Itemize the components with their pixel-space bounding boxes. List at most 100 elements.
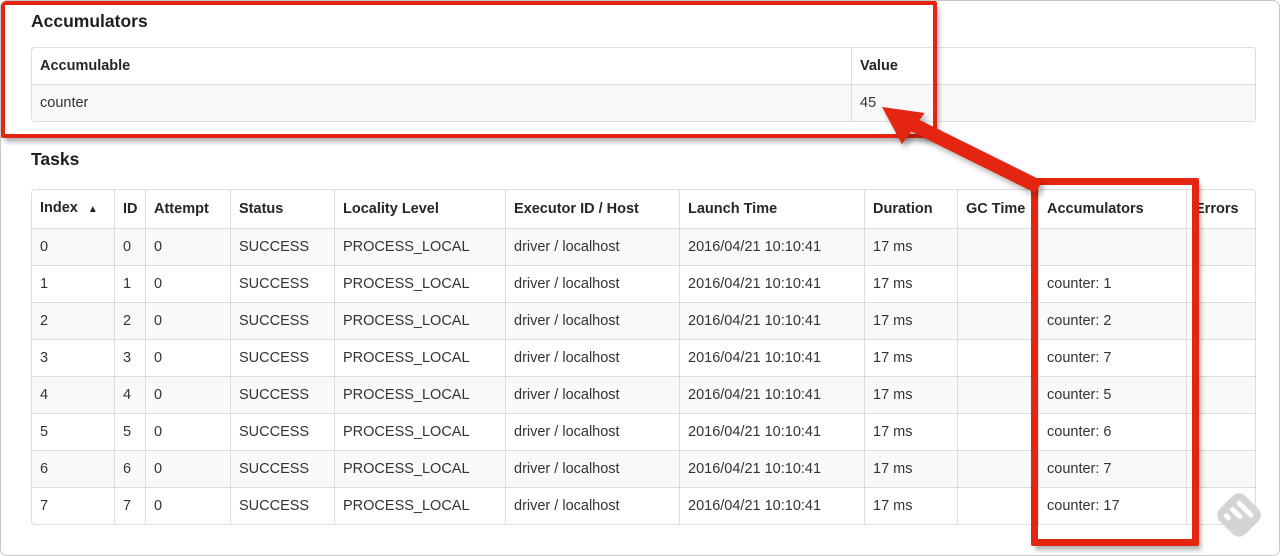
cell-executor: driver / localhost [505,413,679,450]
cell-errors [1186,450,1255,487]
duration-column-header[interactable]: Duration [864,190,957,228]
cell-id: 0 [114,228,145,265]
accumulable-column-header[interactable]: Accumulable [32,48,851,84]
cell-errors [1186,339,1255,376]
cell-launch: 2016/04/21 10:10:41 [679,228,864,265]
task-row: 1 1 0 SUCCESS PROCESS_LOCAL driver / localhos… [32,265,1255,302]
cell-status: SUCCESS [230,265,334,302]
index-column-header[interactable]: Index ▲ [32,190,114,228]
cell-attempt: 0 [145,265,230,302]
tasks-header-row: Index ▲ ID Attempt Status Locality Level … [32,190,1255,228]
cell-status: SUCCESS [230,450,334,487]
id-column-header[interactable]: ID [114,190,145,228]
cell-errors [1186,302,1255,339]
cell-status: SUCCESS [230,339,334,376]
cell-errors [1186,487,1255,524]
cell-gc [957,302,1038,339]
cell-index: 3 [32,339,114,376]
cell-locality: PROCESS_LOCAL [334,265,505,302]
cell-attempt: 0 [145,228,230,265]
tasks-table: Index ▲ ID Attempt Status Locality Level … [31,189,1256,525]
cell-id: 6 [114,450,145,487]
cell-gc [957,413,1038,450]
cell-errors [1186,376,1255,413]
task-row: 4 4 0 SUCCESS PROCESS_LOCAL driver / localhos… [32,376,1255,413]
cell-status: SUCCESS [230,487,334,524]
accumulators-column-header[interactable]: Accumulators [1038,190,1186,228]
cell-gc [957,450,1038,487]
cell-errors [1186,228,1255,265]
value-column-header[interactable]: Value [851,48,1255,84]
cell-attempt: 0 [145,339,230,376]
tasks-tbody: 0 0 0 SUCCESS PROCESS_LOCAL driver / localhos… [32,228,1255,524]
cell-index: 0 [32,228,114,265]
cell-attempt: 0 [145,302,230,339]
cell-duration: 17 ms [864,302,957,339]
cell-duration: 17 ms [864,339,957,376]
cell-locality: PROCESS_LOCAL [334,228,505,265]
cell-id: 4 [114,376,145,413]
cell-locality: PROCESS_LOCAL [334,487,505,524]
task-row: 0 0 0 SUCCESS PROCESS_LOCAL driver / localhos… [32,228,1255,265]
cell-accumulators: counter: 2 [1038,302,1186,339]
cell-gc [957,487,1038,524]
accumulators-header-row: Accumulable Value [32,48,1255,84]
cell-id: 7 [114,487,145,524]
cell-index: 6 [32,450,114,487]
task-row: 2 2 0 SUCCESS PROCESS_LOCAL driver / localhos… [32,302,1255,339]
locality-level-column-header[interactable]: Locality Level [334,190,505,228]
cell-accumulators: counter: 7 [1038,450,1186,487]
cell-locality: PROCESS_LOCAL [334,339,505,376]
cell-gc [957,339,1038,376]
cell-executor: driver / localhost [505,487,679,524]
cell-id: 5 [114,413,145,450]
cell-attempt: 0 [145,450,230,487]
cell-locality: PROCESS_LOCAL [334,450,505,487]
sort-ascending-icon: ▲ [87,204,98,215]
cell-gc [957,376,1038,413]
cell-launch: 2016/04/21 10:10:41 [679,265,864,302]
cell-index: 5 [32,413,114,450]
cell-id: 1 [114,265,145,302]
cell-launch: 2016/04/21 10:10:41 [679,487,864,524]
cell-status: SUCCESS [230,413,334,450]
cell-launch: 2016/04/21 10:10:41 [679,339,864,376]
cell-duration: 17 ms [864,265,957,302]
cell-accumulators: counter: 17 [1038,487,1186,524]
cell-duration: 17 ms [864,487,957,524]
cell-accumulators: counter: 1 [1038,265,1186,302]
cell-locality: PROCESS_LOCAL [334,302,505,339]
cell-launch: 2016/04/21 10:10:41 [679,450,864,487]
cell-errors [1186,413,1255,450]
cell-accumulators [1038,228,1186,265]
cell-launch: 2016/04/21 10:10:41 [679,302,864,339]
gc-time-column-header[interactable]: GC Time [957,190,1038,228]
cell-status: SUCCESS [230,302,334,339]
cell-duration: 17 ms [864,450,957,487]
cell-executor: driver / localhost [505,302,679,339]
cell-attempt: 0 [145,487,230,524]
cell-index: 4 [32,376,114,413]
task-row: 6 6 0 SUCCESS PROCESS_LOCAL driver / localhos… [32,450,1255,487]
cell-accumulators: counter: 5 [1038,376,1186,413]
cell-executor: driver / localhost [505,450,679,487]
cell-attempt: 0 [145,376,230,413]
task-row: 3 3 0 SUCCESS PROCESS_LOCAL driver / localhos… [32,339,1255,376]
accumulator-row: counter 45 [32,84,1255,121]
cell-locality: PROCESS_LOCAL [334,376,505,413]
status-column-header[interactable]: Status [230,190,334,228]
task-row: 5 5 0 SUCCESS PROCESS_LOCAL driver / localhos… [32,413,1255,450]
errors-column-header[interactable]: Errors [1186,190,1255,228]
cell-id: 3 [114,339,145,376]
stage-page: Accumulators Accumulable Value counter 4… [1,1,1279,525]
cell-status: SUCCESS [230,376,334,413]
cell-executor: driver / localhost [505,339,679,376]
cell-accumulable: counter [32,84,851,121]
index-header-label: Index [40,200,78,216]
launch-time-column-header[interactable]: Launch Time [679,190,864,228]
cell-executor: driver / localhost [505,376,679,413]
cell-index: 1 [32,265,114,302]
attempt-column-header[interactable]: Attempt [145,190,230,228]
cell-duration: 17 ms [864,228,957,265]
executor-host-column-header[interactable]: Executor ID / Host [505,190,679,228]
